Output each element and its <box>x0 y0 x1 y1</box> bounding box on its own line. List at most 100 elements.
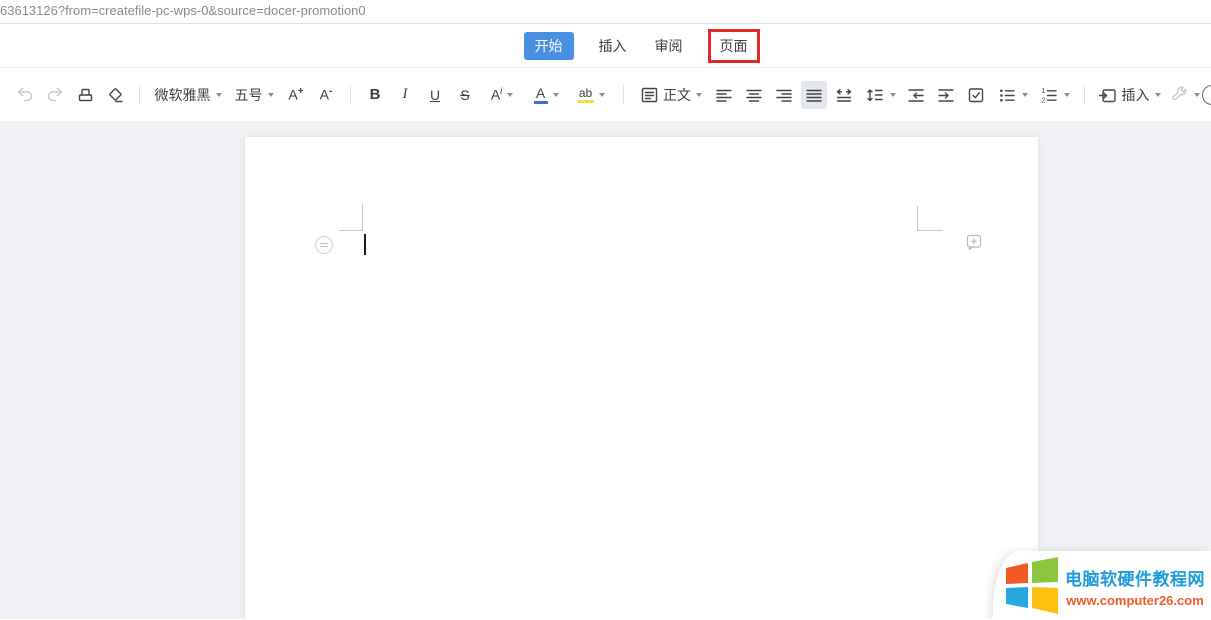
align-left-button[interactable] <box>711 81 737 109</box>
margin-corner-mark-left <box>339 204 363 231</box>
strikethrough-button[interactable]: S <box>452 81 478 109</box>
numbered-list-button[interactable]: 1 2 <box>1035 81 1073 109</box>
plus-mark: + <box>298 86 304 97</box>
letter-spacing-icon <box>834 86 854 104</box>
tab-review[interactable]: 审阅 <box>652 32 686 60</box>
format-painter-icon <box>75 86 95 104</box>
document-canvas: 电脑软硬件教程网 www.computer26.com <box>0 121 1211 619</box>
align-right-button[interactable] <box>771 81 797 109</box>
insert-icon <box>1098 86 1118 104</box>
chevron-down-icon <box>268 93 274 97</box>
watermark-site-url: www.computer26.com <box>1066 593 1204 608</box>
increase-indent-icon <box>936 86 956 104</box>
bullet-list-icon <box>997 86 1017 104</box>
increase-font-icon: A <box>288 87 297 103</box>
toolbar-divider <box>139 85 140 105</box>
letter-spacing-button[interactable] <box>831 81 857 109</box>
font-size-select[interactable]: 五号 <box>229 81 279 109</box>
align-right-icon <box>774 86 794 104</box>
chevron-down-icon <box>216 93 222 97</box>
wps-online-editor: 63613126?from=createfile-pc-wps-0&source… <box>0 0 1211 620</box>
align-center-icon <box>744 86 764 104</box>
line-spacing-button[interactable] <box>861 81 899 109</box>
strikethrough-icon: S <box>460 87 469 103</box>
eraser-icon <box>105 86 125 104</box>
clear-format-button[interactable] <box>102 81 128 109</box>
tab-home[interactable]: 开始 <box>524 32 574 60</box>
svg-text:1: 1 <box>1041 88 1045 95</box>
tools-icon <box>1170 86 1189 104</box>
redo-icon <box>45 86 65 103</box>
chevron-down-icon <box>696 93 702 97</box>
bullet-list-button[interactable] <box>993 81 1031 109</box>
align-center-button[interactable] <box>741 81 767 109</box>
site-logo-icon <box>1001 555 1061 617</box>
minus-mark: - <box>329 86 332 97</box>
increase-font-button[interactable]: A+ <box>283 81 309 109</box>
redo-button[interactable] <box>42 81 68 109</box>
watermark-site-name: 电脑软硬件教程网 <box>1065 565 1205 590</box>
undo-button[interactable] <box>12 81 38 109</box>
paragraph-handle-icon[interactable] <box>315 236 333 254</box>
paragraph-style-select[interactable]: 正文 <box>635 81 707 109</box>
toolbar-divider <box>623 85 624 105</box>
insert-label: 插入 <box>1122 85 1150 105</box>
decrease-indent-button[interactable] <box>903 81 929 109</box>
comment-add-icon <box>966 234 983 251</box>
bold-icon: B <box>370 86 381 103</box>
toolbar-divider <box>1084 85 1085 105</box>
watermark-text: 电脑软硬件教程网 www.computer26.com <box>1065 565 1205 608</box>
decrease-font-button[interactable]: A- <box>313 81 339 109</box>
font-color-button[interactable]: A <box>526 81 566 109</box>
chevron-down-icon <box>890 93 896 97</box>
superscript-icon: Ai <box>491 86 502 103</box>
italic-button[interactable]: I <box>392 81 418 109</box>
decrease-indent-icon <box>906 86 926 104</box>
align-left-icon <box>714 86 734 104</box>
justify-icon <box>804 86 824 104</box>
tab-insert[interactable]: 插入 <box>596 32 630 60</box>
bold-button[interactable]: B <box>362 81 388 109</box>
checkbox-icon <box>966 86 986 104</box>
text-cursor <box>364 234 366 255</box>
font-color-icon: A <box>534 86 548 104</box>
chevron-down-icon <box>553 93 559 97</box>
insert-menu-button[interactable]: 插入 <box>1096 81 1162 109</box>
svg-text:2: 2 <box>1041 97 1045 104</box>
font-size-value: 五号 <box>235 85 263 105</box>
underline-icon: U <box>430 87 440 103</box>
decrease-font-icon: A <box>320 87 329 103</box>
chevron-down-icon <box>1064 93 1070 97</box>
paragraph-style-value: 正文 <box>663 85 691 105</box>
add-comment-button[interactable] <box>966 234 983 256</box>
paragraph-style-icon <box>640 86 659 104</box>
highlight-color-button[interactable]: ab <box>570 81 612 109</box>
italic-icon: I <box>403 86 408 103</box>
undo-icon <box>15 86 35 103</box>
toolbar-divider <box>350 85 351 105</box>
margin-corner-mark-right <box>917 206 943 231</box>
highlight-icon: ab <box>578 87 594 103</box>
superscript-button[interactable]: Ai <box>482 81 522 109</box>
chevron-down-icon <box>507 93 513 97</box>
chevron-down-icon <box>1022 93 1028 97</box>
ribbon-tabgroup: 开始 插入 审阅 页面 <box>524 29 760 63</box>
checkbox-list-button[interactable] <box>963 81 989 109</box>
chevron-down-icon <box>1194 93 1200 97</box>
justify-button[interactable] <box>801 81 827 109</box>
chevron-down-icon <box>599 93 605 97</box>
chevron-down-icon <box>1155 93 1161 97</box>
numbered-list-icon: 1 2 <box>1039 86 1059 104</box>
site-watermark: 电脑软硬件教程网 www.computer26.com <box>993 551 1211 619</box>
tools-button[interactable] <box>1166 81 1204 109</box>
line-spacing-icon <box>865 86 885 104</box>
formatting-toolbar: 微软雅黑 五号 A+ A- B I U S Ai <box>0 68 1211 121</box>
tab-page[interactable]: 页面 <box>708 29 760 63</box>
increase-indent-button[interactable] <box>933 81 959 109</box>
browser-url-text: 63613126?from=createfile-pc-wps-0&source… <box>0 0 1211 24</box>
font-name-value: 微软雅黑 <box>155 85 211 105</box>
font-name-select[interactable]: 微软雅黑 <box>151 81 225 109</box>
format-painter-button[interactable] <box>72 81 98 109</box>
ribbon-tabbar: 开始 插入 审阅 页面 <box>0 24 1211 68</box>
underline-button[interactable]: U <box>422 81 448 109</box>
